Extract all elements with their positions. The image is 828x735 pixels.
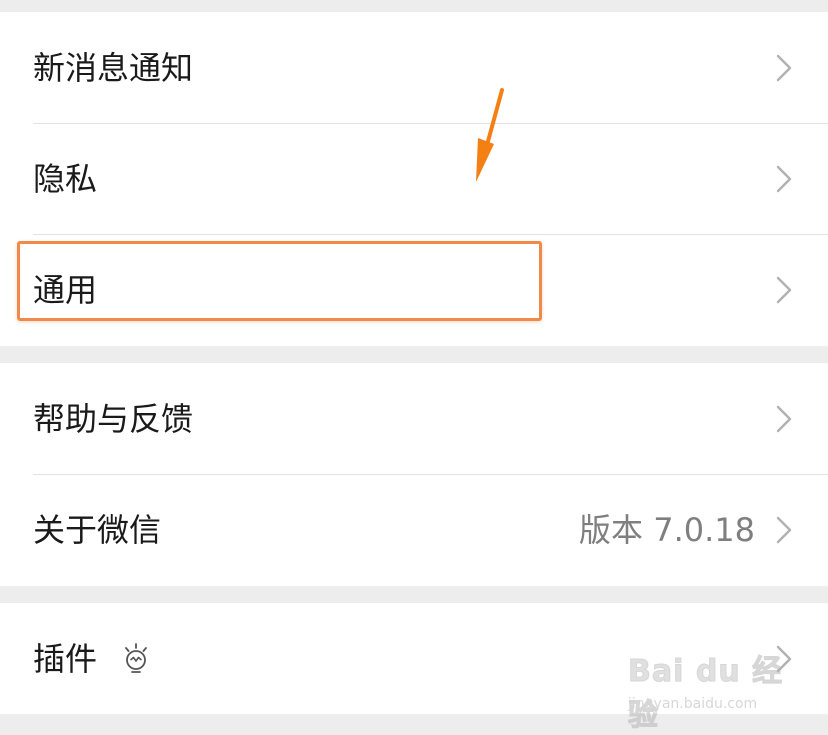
chevron-right-icon [776, 516, 792, 544]
row-plugins[interactable]: 插件 [0, 603, 828, 714]
row-help-feedback[interactable]: 帮助与反馈 [0, 363, 828, 474]
row-about-wechat[interactable]: 关于微信 版本 7.0.18 [0, 474, 828, 586]
settings-group-3: 插件 [0, 603, 828, 714]
settings-group-1: 新消息通知 隐私 通用 [0, 12, 828, 346]
row-label-about-wechat: 关于微信 [33, 511, 162, 549]
row-privacy[interactable]: 隐私 [0, 123, 828, 234]
row-general[interactable]: 通用 [0, 234, 828, 346]
row-label-new-message-notification: 新消息通知 [33, 48, 194, 87]
row-label-general: 通用 [33, 271, 98, 309]
lightbulb-icon [125, 642, 147, 673]
chevron-right-icon [776, 276, 792, 304]
chevron-right-icon [776, 54, 792, 81]
chevron-right-icon [776, 165, 792, 192]
chevron-right-icon [776, 405, 792, 432]
row-label-privacy: 隐私 [33, 159, 98, 198]
version-value: 版本 7.0.18 [579, 511, 755, 549]
row-label-plugins: 插件 [33, 639, 98, 678]
settings-group-2: 帮助与反馈 关于微信 版本 7.0.18 [0, 363, 828, 586]
row-label-help-feedback: 帮助与反馈 [33, 399, 194, 438]
row-new-message-notification[interactable]: 新消息通知 [0, 12, 828, 123]
chevron-right-icon [776, 645, 792, 672]
